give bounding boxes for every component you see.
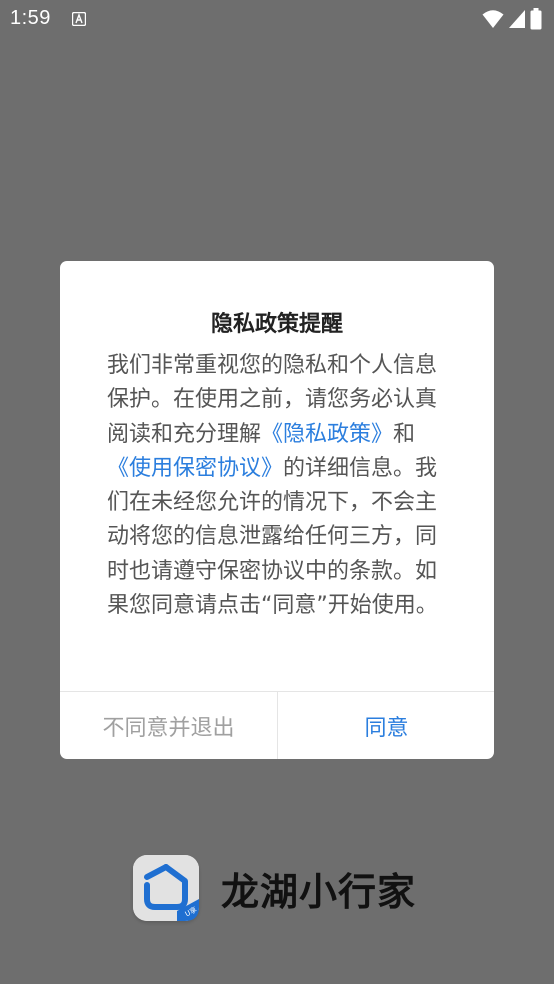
wifi-icon: [482, 9, 504, 33]
app-logo: U享: [133, 855, 199, 921]
body-text-part2: 和: [393, 421, 416, 447]
app-branding: U享 龙湖小行家: [133, 855, 416, 921]
confidentiality-agreement-link[interactable]: 《使用保密协议》: [107, 456, 283, 481]
status-time: 1:59: [10, 7, 51, 29]
cellular-signal-icon: [508, 9, 526, 33]
decline-and-exit-button[interactable]: 不同意并退出: [60, 692, 277, 759]
battery-icon: [530, 8, 542, 34]
app-name: 龙湖小行家: [221, 869, 417, 914]
dialog-body: 我们非常重视您的隐私和个人信息保护。在使用之前，请您务必认真阅读和充分理解《隐私…: [107, 349, 441, 623]
privacy-dialog: 隐私政策提醒 我们非常重视您的隐私和个人信息保护。在使用之前，请您务必认真阅读和…: [60, 261, 494, 759]
screen: 1:59 隐私政策提醒 我们非常重视您的隐私和个人信息保护。在使用之前，请您务必…: [0, 0, 554, 984]
notification-icon: [71, 11, 87, 27]
dialog-title: 隐私政策提醒: [210, 312, 343, 337]
agree-button[interactable]: 同意: [278, 692, 494, 759]
privacy-policy-link[interactable]: 《隐私政策》: [261, 422, 393, 447]
status-bar: 1:59: [0, 0, 554, 38]
status-icons: [482, 8, 542, 34]
